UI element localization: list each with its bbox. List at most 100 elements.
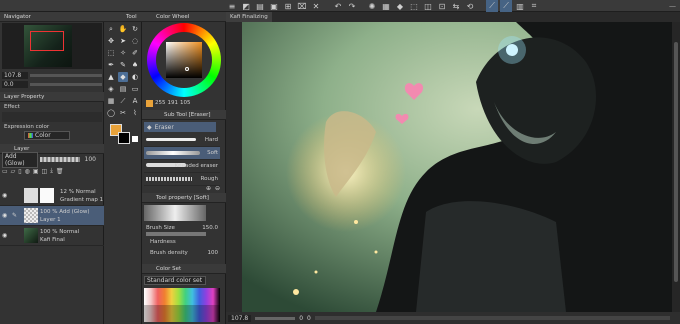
lock-icon[interactable]: ▣ <box>33 168 39 175</box>
flip-icon[interactable]: ⇆ <box>450 0 462 12</box>
gradient-tool-icon[interactable]: ▤ <box>118 84 128 94</box>
pencil-tool-icon[interactable]: ✎ <box>118 60 128 70</box>
navigator-view-frame[interactable] <box>30 31 64 51</box>
sub-tool-group-label: Eraser <box>154 123 174 131</box>
object-tool-icon[interactable]: ➤ <box>118 36 128 46</box>
hsv-v-value[interactable]: 105 <box>180 100 191 106</box>
selection-tool-icon[interactable]: ⬚ <box>106 48 116 58</box>
deselect-icon[interactable]: ⊡ <box>436 0 448 12</box>
zoom-tool-icon[interactable]: ⌕ <box>106 24 116 34</box>
transparent-color-swatch[interactable] <box>132 136 138 142</box>
move-tool-icon[interactable]: ✥ <box>106 36 116 46</box>
blend-tool-icon[interactable]: ◐ <box>130 72 140 82</box>
new-folder-icon[interactable]: ▯ <box>18 168 21 175</box>
hand-tool-icon[interactable]: ✋ <box>118 24 128 34</box>
canvas-scroll-v[interactable] <box>672 22 680 312</box>
perspective-icon[interactable]: ⌗ <box>528 0 540 12</box>
navigator-angle-slider[interactable] <box>30 82 102 86</box>
delete-layer-icon[interactable]: 🗑 <box>56 168 64 175</box>
brush-tool-icon[interactable]: ♠ <box>130 60 140 70</box>
grid-icon[interactable]: ⊞ <box>282 0 294 12</box>
airbrush-tool-icon[interactable]: ▲ <box>106 72 116 82</box>
snap-icon[interactable]: ⟋ <box>486 0 498 12</box>
scroll-thumb-v[interactable] <box>674 42 678 282</box>
eye-icon[interactable]: ◉ <box>2 212 10 219</box>
new-layer-icon[interactable]: ▭ <box>2 168 8 175</box>
frame-tool-icon[interactable]: ▦ <box>106 96 116 106</box>
layer-item-layer-1[interactable]: ◉ ✎ 100 % Add (Glow) Layer 1 <box>0 206 104 226</box>
delete-icon[interactable]: ✕ <box>310 0 322 12</box>
expression-color-select[interactable]: Color <box>24 131 70 140</box>
eye-icon[interactable]: ◉ <box>2 192 10 199</box>
layer-item-gradient-map[interactable]: ◉ 12 % Normal Gradient map 1 <box>0 186 104 206</box>
ruler-tool-icon[interactable]: ⟋ <box>118 96 128 106</box>
rotate-icon[interactable]: ⟲ <box>464 0 476 12</box>
saturation-value-square[interactable] <box>166 42 202 78</box>
canvas-tab[interactable]: Kafi Finalizing <box>226 12 272 22</box>
opacity-slider[interactable] <box>40 157 80 162</box>
opacity-value[interactable]: 100 <box>82 156 96 163</box>
merge-icon[interactable]: ⤓ <box>50 167 53 175</box>
canvas-command-bar: ≡ ◩ ▤ ▣ ⊞ ⌧ ✕ ↶ ↷ ✺ ▦ ◆ ⬚ ◫ ⊡ ⇆ ⟲ ⟋ ⟋ ▥ … <box>226 0 540 12</box>
crop-icon[interactable]: ⌧ <box>296 0 308 12</box>
eyedropper-tool-icon[interactable]: ✐ <box>130 48 140 58</box>
rotate-tool-icon[interactable]: ↻ <box>130 24 140 34</box>
navigator-zoom-slider[interactable] <box>30 73 102 77</box>
brush-item-hard[interactable]: Hard <box>144 134 220 147</box>
clip-icon[interactable]: ▣ <box>268 0 280 12</box>
menu-icon[interactable]: ≡ <box>226 0 238 12</box>
eye-icon[interactable]: ◉ <box>2 232 10 239</box>
select-all-icon[interactable]: ▦ <box>380 0 392 12</box>
fill-icon[interactable]: ◆ <box>394 0 406 12</box>
clear-icon[interactable]: ◫ <box>422 0 434 12</box>
status-zoom[interactable]: 107.8 <box>228 314 252 322</box>
navigator-preview[interactable] <box>2 23 102 69</box>
sub-tool-add-icon[interactable]: ⊕ <box>206 185 211 192</box>
eraser-tool-icon[interactable]: ◆ <box>118 72 128 82</box>
snap-grid-icon[interactable]: ▥ <box>514 0 526 12</box>
mask-icon[interactable]: ◍ <box>25 168 30 175</box>
undo-icon[interactable]: ↶ <box>332 0 344 12</box>
pen-tool-icon[interactable]: ✒ <box>106 60 116 70</box>
line-fix-tool-icon[interactable]: ✂ <box>118 108 128 118</box>
brush-stroke-preview <box>146 177 192 181</box>
navigator-zoom-value[interactable]: 107.8 <box>2 71 28 79</box>
sub-color-swatch[interactable] <box>118 132 130 144</box>
brush-density-value[interactable]: 100 <box>208 250 219 256</box>
color-set-grid[interactable] <box>144 288 220 322</box>
lasso-tool-icon[interactable]: ◌ <box>130 36 140 46</box>
main-color-chip[interactable] <box>146 99 153 107</box>
figure-tool-icon[interactable]: ▭ <box>130 84 140 94</box>
brush-item-soft[interactable]: Soft <box>144 147 220 160</box>
sub-tool-group-tab[interactable]: ◆ Eraser <box>144 122 216 132</box>
navigator-angle-value[interactable]: 0.0 <box>2 80 28 88</box>
color-wheel[interactable] <box>147 23 221 97</box>
fill-tool-icon[interactable]: ◈ <box>106 84 116 94</box>
brush-item-kneaded[interactable]: Kneaded eraser <box>144 160 220 173</box>
canvas-scroll-h[interactable] <box>314 316 670 320</box>
color-set-select[interactable]: Standard color set <box>144 276 206 285</box>
layers-icon[interactable]: ▤ <box>254 0 266 12</box>
balloon-tool-icon[interactable]: ◯ <box>106 108 116 118</box>
correct-tool-icon[interactable]: ⌇ <box>130 108 140 118</box>
clip-icon-layer[interactable]: ◫ <box>42 168 48 175</box>
transform-icon[interactable]: ⬚ <box>408 0 420 12</box>
color-picker-handle[interactable] <box>185 67 189 71</box>
hsv-s-value[interactable]: 191 <box>168 100 179 106</box>
minimize-icon[interactable]: — <box>669 2 676 10</box>
layer-item-kafi-final[interactable]: ◉ 100 % Normal Kafi Final <box>0 226 104 246</box>
text-tool-icon[interactable]: A <box>130 96 140 106</box>
spinner-icon[interactable]: ✺ <box>366 0 378 12</box>
new-vector-icon[interactable]: ▱ <box>11 168 16 175</box>
redo-icon[interactable]: ↷ <box>346 0 358 12</box>
brush-size-value[interactable]: 150.0 <box>202 225 218 231</box>
palette-icon[interactable]: ◩ <box>240 0 252 12</box>
wand-tool-icon[interactable]: ✧ <box>118 48 128 58</box>
status-zoom-slider[interactable] <box>255 316 296 320</box>
status-coord-y: 0 <box>307 314 311 322</box>
snap-guide-icon[interactable]: ⟋ <box>500 0 512 12</box>
brush-size-slider[interactable] <box>146 232 206 236</box>
hsv-h-value[interactable]: 255 <box>155 100 166 106</box>
sub-tool-delete-icon[interactable]: ⊖ <box>215 185 220 192</box>
canvas-viewport[interactable] <box>226 22 680 312</box>
